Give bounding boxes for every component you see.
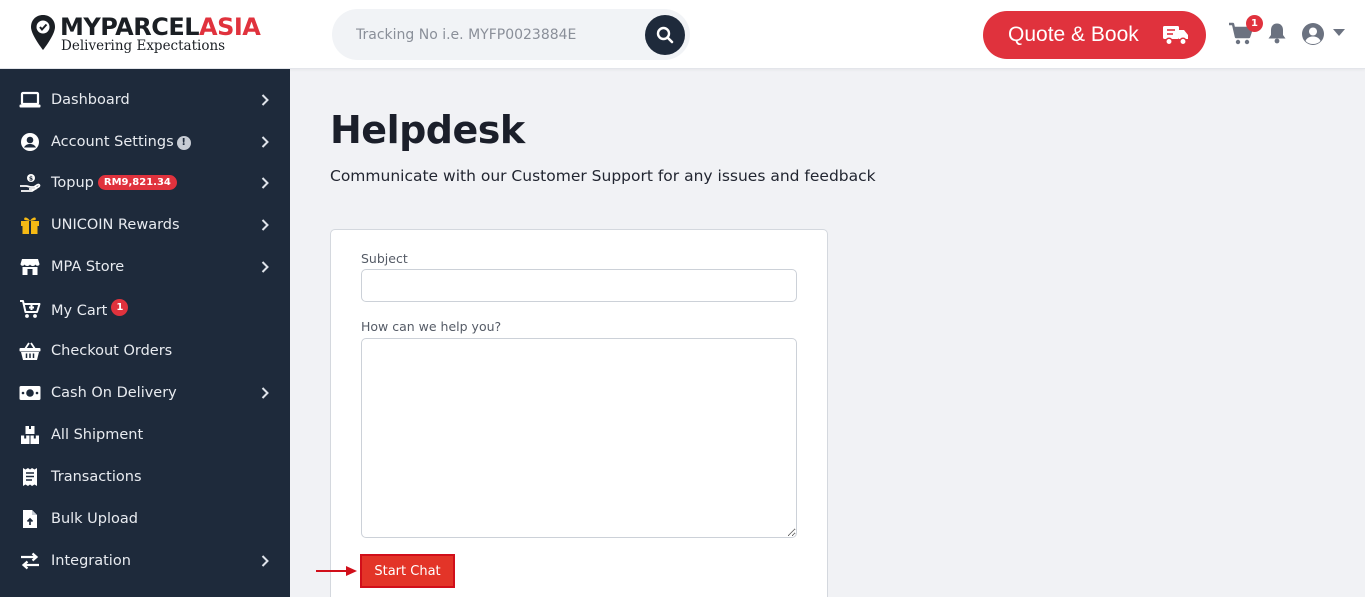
quote-and-book-button[interactable]: Quote & Book [983, 11, 1206, 59]
sidebar-item-label: Dashboard [51, 92, 130, 108]
cart-plus-icon [19, 298, 41, 320]
chevron-right-icon [261, 136, 269, 148]
store-icon [19, 256, 41, 278]
search-button[interactable] [645, 15, 685, 55]
chevron-right-icon [261, 555, 269, 567]
gift-icon [19, 214, 41, 236]
quote-and-book-label: Quote & Book [1008, 23, 1139, 46]
tracking-search [332, 9, 690, 60]
laptop-icon [19, 89, 41, 111]
balance-badge: RM9,821.34 [97, 175, 177, 190]
brand-name: MYPARCELASIA [60, 13, 261, 41]
brand-name-part2: ASIA [199, 13, 261, 41]
info-badge: ! [176, 135, 191, 150]
sidebar-item-unicoin-rewards[interactable]: UNICOIN Rewards [0, 204, 290, 246]
sidebar-item-label: MPA Store [51, 259, 125, 275]
chevron-right-icon [261, 219, 269, 231]
receipt-icon [19, 466, 41, 488]
start-chat-button[interactable]: Start Chat [360, 554, 455, 588]
sidebar-item-all-shipment[interactable]: All Shipment [0, 414, 290, 456]
sidebar-item-account-settings[interactable]: Account Settings! [0, 121, 290, 163]
chevron-right-icon [261, 261, 269, 273]
sidebar-item-label: Checkout Orders [51, 343, 173, 359]
brand-tagline: Delivering Expectations [61, 38, 226, 54]
sidebar: Dashboard Account Settings! $ Topup RM9,8… [0, 69, 290, 597]
sidebar-item-label-wrap: Account Settings! [51, 134, 191, 150]
arrow-right-icon [316, 566, 357, 576]
bell-icon[interactable] [1267, 22, 1287, 44]
chevron-right-icon [261, 94, 269, 106]
page-subtitle: Communicate with our Customer Support fo… [330, 167, 876, 185]
caret-down-icon[interactable] [1333, 29, 1345, 37]
page-title: Helpdesk [330, 108, 525, 152]
user-circle-icon [19, 131, 41, 153]
sidebar-item-mpa-store[interactable]: MPA Store [0, 246, 290, 288]
sidebar-item-label: My Cart [51, 303, 108, 319]
helpdesk-form-card: Subject How can we help you? Start Chat [330, 229, 828, 597]
sidebar-item-label: UNICOIN Rewards [51, 217, 180, 233]
location-pin-icon [31, 15, 55, 50]
subject-label: Subject [361, 251, 408, 266]
sidebar-item-label: Transactions [51, 469, 142, 485]
user-avatar-icon[interactable] [1301, 22, 1325, 46]
truck-icon [1163, 26, 1188, 46]
sidebar-item-label-wrap: My Cart 1 [51, 299, 129, 319]
cart-count-badge: 1 [1246, 15, 1263, 32]
sidebar-item-label: All Shipment [51, 427, 144, 443]
sidebar-item-label: Cash On Delivery [51, 385, 177, 401]
sidebar-item-label-wrap: Topup RM9,821.34 [51, 175, 177, 191]
cart-count-badge: 1 [111, 299, 129, 316]
search-icon [656, 26, 674, 44]
sidebar-item-checkout-orders[interactable]: Checkout Orders [0, 330, 290, 372]
brand-logo[interactable]: MYPARCELASIA Delivering Expectations [30, 12, 280, 56]
basket-icon [19, 340, 41, 362]
boxes-icon [19, 424, 41, 446]
money-bill-icon [19, 382, 41, 404]
sidebar-item-transactions[interactable]: Transactions [0, 456, 290, 498]
sidebar-item-cash-on-delivery[interactable]: Cash On Delivery [0, 372, 290, 414]
sidebar-item-topup[interactable]: $ Topup RM9,821.34 [0, 162, 290, 204]
exchange-icon [19, 550, 41, 572]
sidebar-item-label: Integration [51, 553, 131, 569]
sidebar-item-label: Topup [51, 175, 94, 191]
sidebar-item-bulk-upload[interactable]: Bulk Upload [0, 498, 290, 540]
file-upload-icon [19, 508, 41, 530]
hand-coin-icon: $ [19, 172, 41, 194]
message-label: How can we help you? [361, 319, 502, 334]
tracking-search-input[interactable] [356, 9, 656, 60]
message-textarea[interactable] [361, 338, 797, 538]
sidebar-item-label: Bulk Upload [51, 511, 138, 527]
chevron-right-icon [261, 177, 269, 189]
chevron-right-icon [261, 387, 269, 399]
brand-name-part1: MYPARCEL [60, 13, 200, 41]
top-header: MYPARCELASIA Delivering Expectations Quo… [0, 0, 1365, 69]
sidebar-item-my-cart[interactable]: My Cart 1 [0, 288, 290, 330]
sidebar-item-label: Account Settings [51, 134, 174, 150]
sidebar-item-integration[interactable]: Integration [0, 540, 290, 582]
subject-input[interactable] [361, 269, 797, 302]
sidebar-item-dashboard[interactable]: Dashboard [0, 79, 290, 121]
svg-text:$: $ [29, 176, 33, 183]
